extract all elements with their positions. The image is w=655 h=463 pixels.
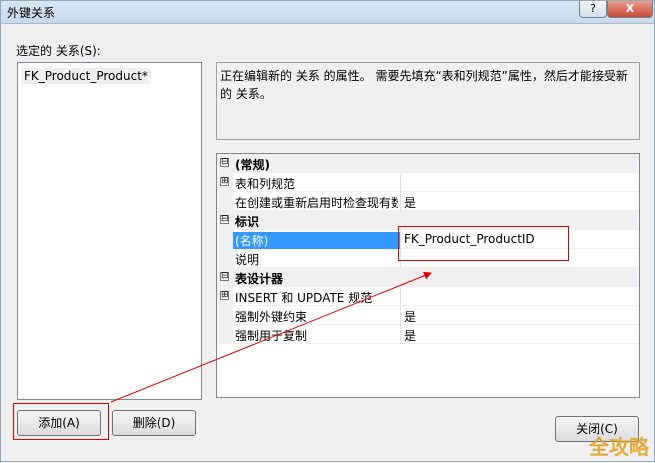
annotation-arrow (110, 271, 432, 403)
watermark: 全攻略 (589, 435, 649, 459)
foreign-key-dialog: 外键关系 ? X 选定的 关系(S): FK_Product_Product* … (0, 0, 655, 462)
